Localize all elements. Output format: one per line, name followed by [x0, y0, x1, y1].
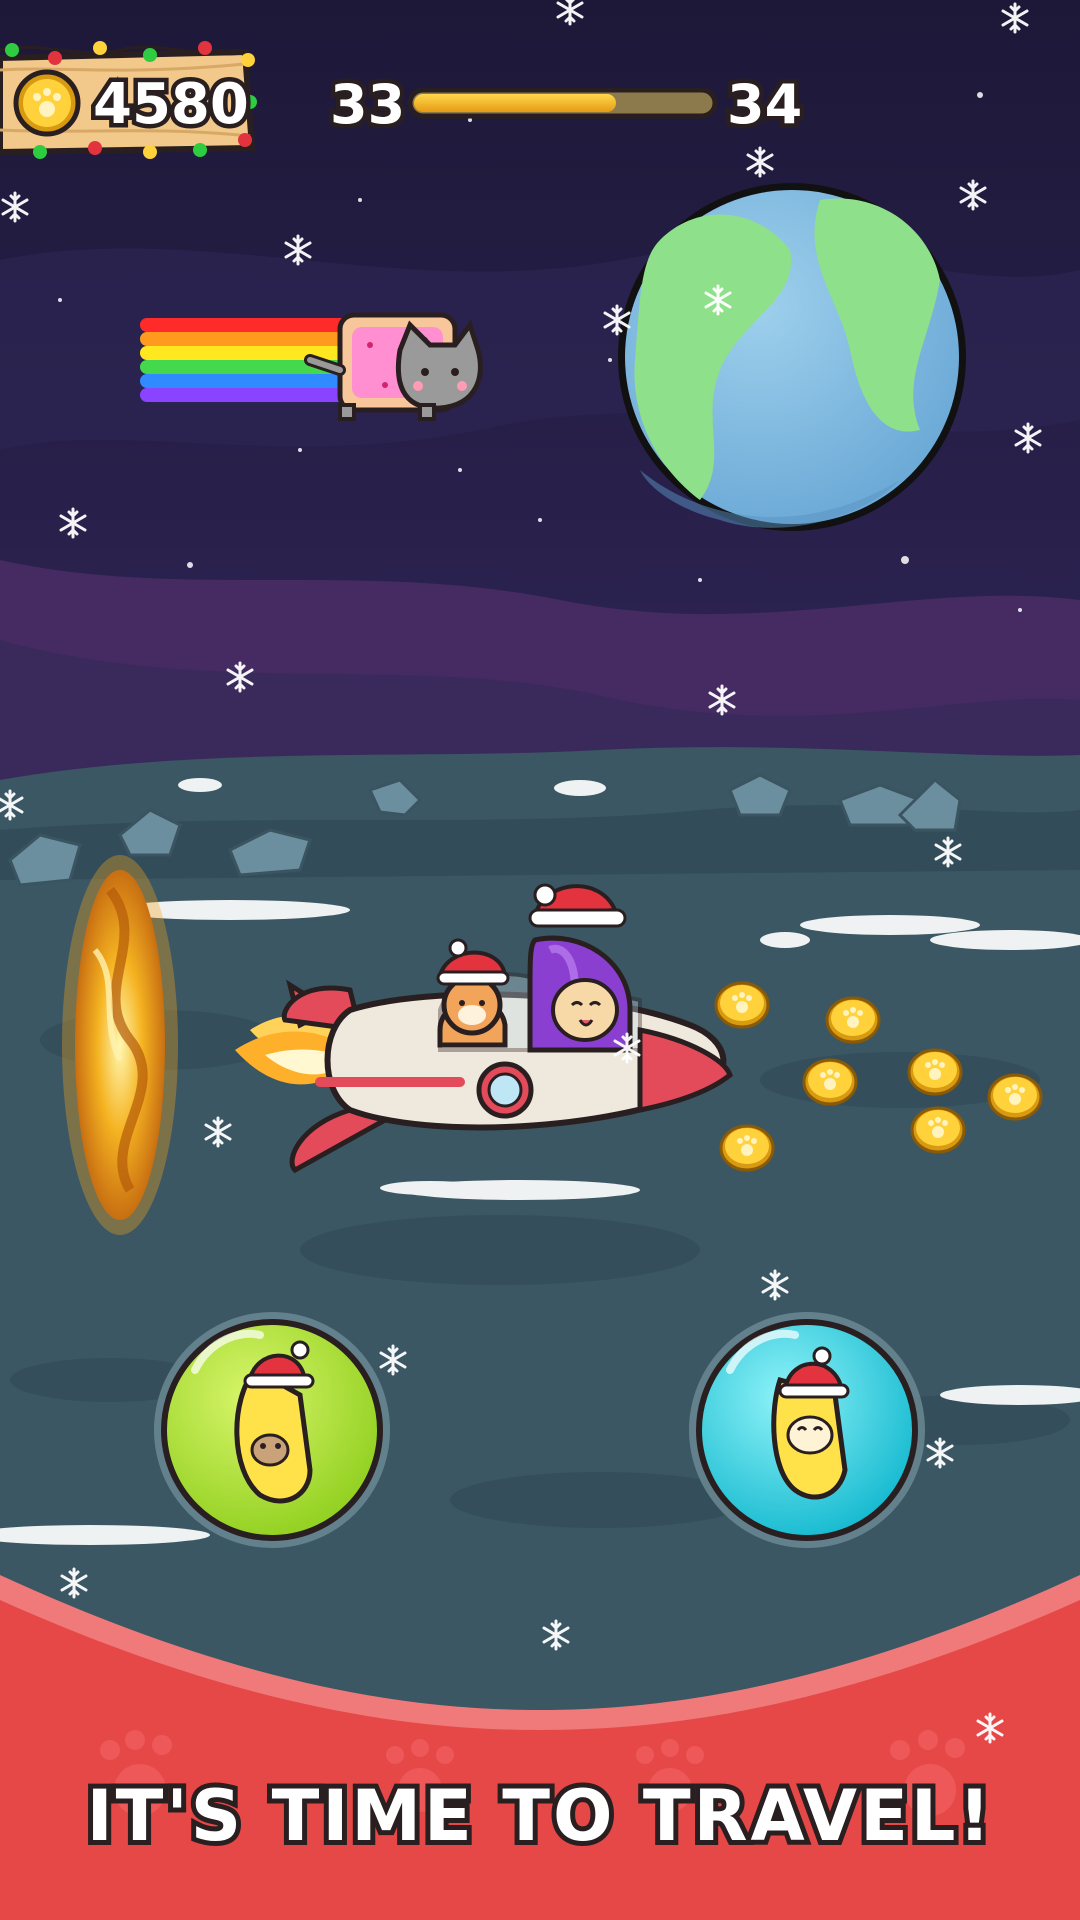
level-current: 33	[330, 73, 405, 136]
coin-counter: 4580	[0, 41, 257, 159]
level-progress-fill	[414, 94, 616, 112]
level-next: 34	[727, 73, 802, 136]
level-progress: 33 34	[326, 69, 807, 141]
hud: 4580 33 34 IT'S TIME TO TRAVEL!	[0, 41, 995, 1862]
coin-count: 4580	[93, 72, 249, 137]
paw-coin-icon	[13, 69, 81, 137]
banner-text: IT'S TIME TO TRAVEL!	[87, 1775, 994, 1857]
